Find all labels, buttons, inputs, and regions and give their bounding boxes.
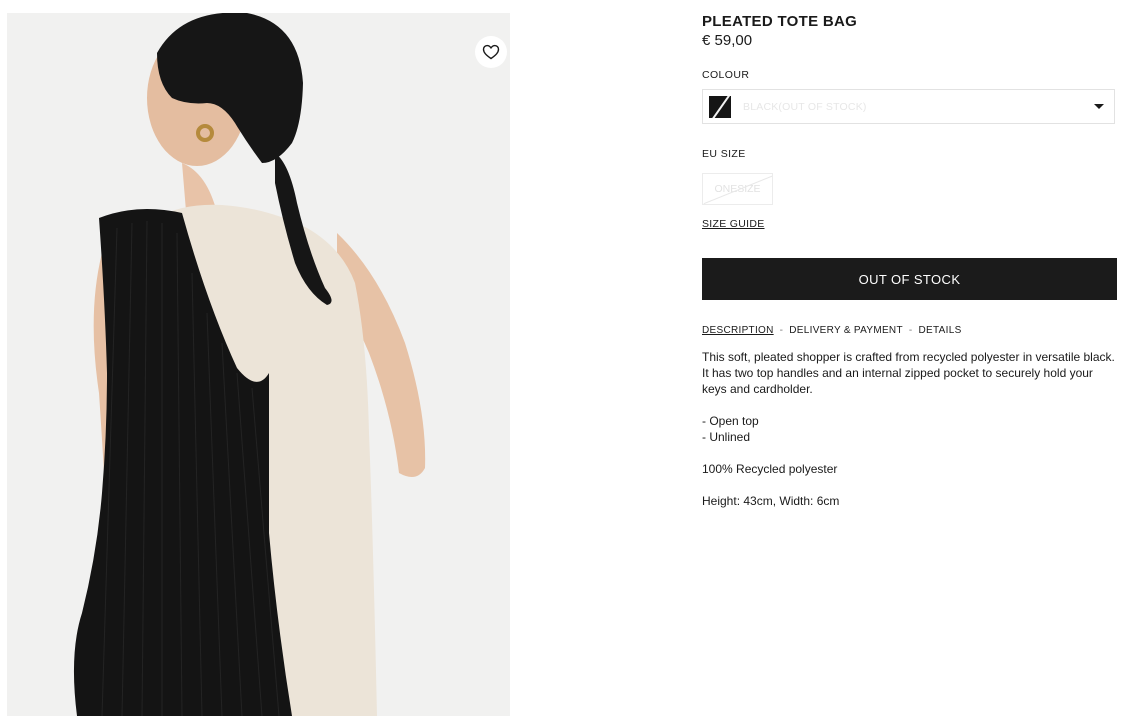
tab-details[interactable]: DETAILS [919,325,962,336]
size-option-label: ONESIZE [714,183,761,195]
colour-select-value: BLACK(OUT OF STOCK) [743,100,867,113]
description-body: This soft, pleated shopper is crafted fr… [702,350,1115,396]
feature-item: - Open top [702,414,759,428]
product-title: PLEATED TOTE BAG [702,13,858,30]
material-text: 100% Recycled polyester [702,462,838,476]
colour-select[interactable]: BLACK(OUT OF STOCK) [702,89,1115,124]
product-image[interactable] [7,13,510,716]
product-photo-illustration [73,13,426,716]
colour-label: COLOUR [702,69,750,81]
size-option-onesize[interactable]: ONESIZE [702,173,773,205]
size-guide-link[interactable]: SIZE GUIDE [702,218,765,230]
size-label: EU SIZE [702,148,746,160]
product-info: PLEATED TOTE BAG € 59,00 COLOUR BLACK(OU… [702,13,1117,508]
dimensions-text: Height: 43cm, Width: 6cm [702,494,840,508]
product-price: € 59,00 [702,32,753,49]
tab-separator: - [908,325,913,336]
heart-icon [482,44,500,60]
colour-swatch [709,95,731,118]
tab-description[interactable]: DESCRIPTION [702,325,774,336]
tab-separator: - [779,325,784,336]
info-tabs: DESCRIPTION - DELIVERY & PAYMENT - DETAI… [702,325,962,336]
description-panel: This soft, pleated shopper is crafted fr… [702,349,1117,525]
chevron-down-icon [1094,104,1104,109]
feature-item: - Unlined [702,430,751,444]
out-of-stock-button[interactable]: OUT OF STOCK [702,258,1117,300]
favourite-button[interactable] [475,36,507,68]
tab-delivery-payment[interactable]: DELIVERY & PAYMENT [789,325,903,336]
